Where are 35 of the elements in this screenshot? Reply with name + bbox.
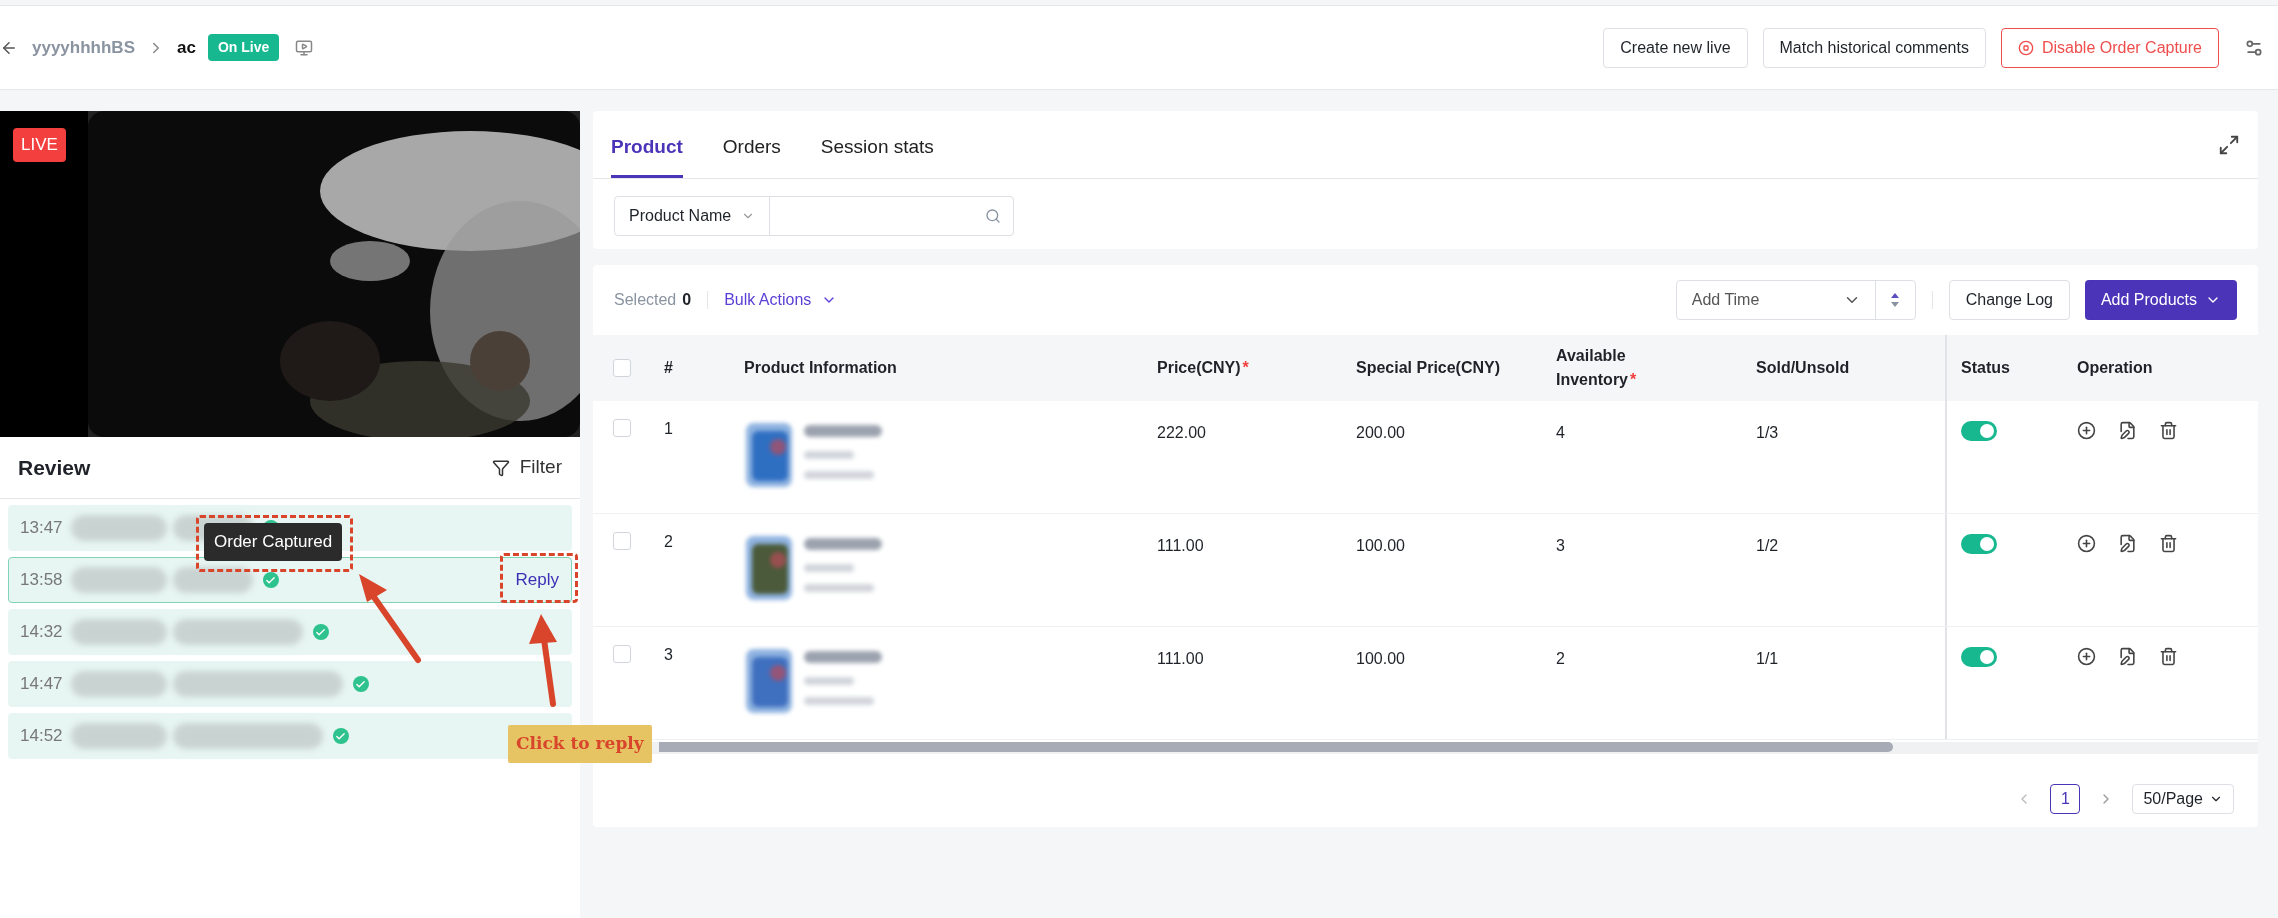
selected-label: Selected	[614, 290, 677, 310]
column-header: Special Price(CNY)	[1356, 359, 1501, 376]
price-cell: 111.00	[1157, 537, 1204, 554]
column-header: Product Information	[744, 359, 897, 376]
column-header: #	[664, 359, 673, 376]
special-price-cell: 200.00	[1356, 424, 1405, 441]
price-cell: 111.00	[1157, 650, 1204, 667]
column-header: Available Inventory*	[1556, 346, 1638, 390]
inventory-cell: 4	[1556, 424, 1565, 441]
special-price-cell: 100.00	[1356, 650, 1405, 667]
callout-label: Click to reply	[508, 725, 652, 763]
column-header: Sold/Unsold	[1756, 359, 1850, 376]
comment-time: 13:47	[20, 517, 63, 540]
status-badge: On Live	[207, 34, 280, 61]
live-badge: LIVE	[13, 128, 66, 162]
comment-time: 14:32	[20, 621, 63, 644]
comment-time: 13:58	[20, 569, 63, 592]
comment-time: 14:52	[20, 725, 63, 748]
column-header: Status	[1961, 358, 2010, 378]
selected-count: 0	[682, 290, 692, 310]
column-header: Price(CNY)*	[1157, 359, 1249, 376]
inventory-cell: 3	[1556, 537, 1565, 554]
row-number: 2	[664, 533, 673, 550]
comment-time: 14:47	[20, 673, 63, 696]
inventory-cell: 2	[1556, 650, 1565, 667]
sold-cell: 1/2	[1756, 537, 1779, 554]
special-price-cell: 100.00	[1356, 537, 1405, 554]
sold-cell: 1/3	[1756, 424, 1779, 441]
review-title: Review	[18, 454, 91, 481]
row-number: 1	[664, 420, 673, 437]
column-header: Operation	[2077, 359, 2153, 376]
row-number: 3	[664, 646, 673, 663]
breadcrumb-item: ac	[177, 36, 196, 59]
price-cell: 222.00	[1157, 424, 1206, 441]
sold-cell: 1/1	[1756, 650, 1779, 667]
